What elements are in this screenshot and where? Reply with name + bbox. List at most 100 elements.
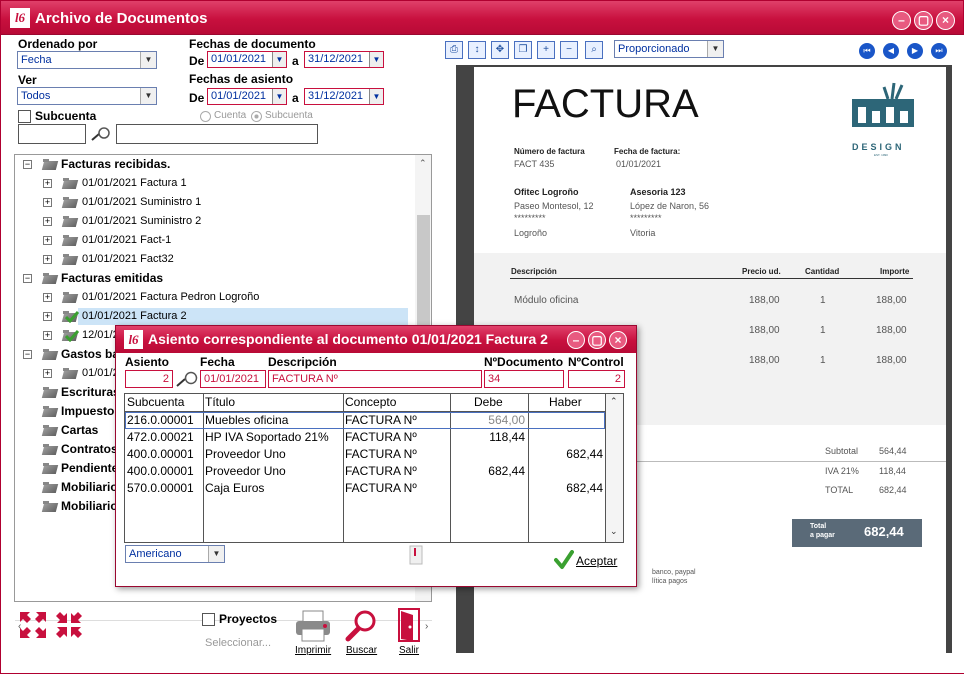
fit-height-icon[interactable]: ↕ <box>468 41 486 59</box>
grid-cell-con[interactable]: FACTURA Nº <box>345 480 417 497</box>
grid-cell-con[interactable]: FACTURA Nº <box>345 412 417 429</box>
check-icon[interactable] <box>554 550 574 570</box>
grid-cell-haber[interactable]: 682,44 <box>531 446 603 463</box>
grid-cell-tit[interactable]: Muebles oficina <box>205 412 288 429</box>
scroll-down-icon[interactable]: ⌄ <box>610 526 618 537</box>
ndocumento-input[interactable]: 34 <box>484 370 564 388</box>
format-select[interactable]: Americano ▼ <box>125 545 225 563</box>
descripcion-input[interactable]: FACTURA Nº <box>268 370 482 388</box>
grid-row[interactable]: 400.0.00001 Proveedor Uno FACTURA Nº 682,44 <box>125 463 605 480</box>
grid-cell-sub[interactable]: 400.0.00001 <box>127 463 194 480</box>
grid-cell-sub[interactable]: 400.0.00001 <box>127 446 194 463</box>
dialog-minimize-button[interactable]: – <box>567 331 585 349</box>
expand-icon[interactable]: + <box>43 369 52 378</box>
search-icon[interactable] <box>175 370 199 388</box>
expand-icon[interactable]: + <box>43 312 52 321</box>
tree-item[interactable]: − Facturas recibidas. <box>15 155 415 174</box>
collapse-icon[interactable]: − <box>23 160 32 169</box>
radio-subcuenta[interactable] <box>251 111 262 122</box>
grid-cell-con[interactable]: FACTURA Nº <box>345 429 417 446</box>
copy-icon[interactable]: ❐ <box>514 41 532 59</box>
collapse-icon[interactable]: − <box>23 274 32 283</box>
expand-icon[interactable]: + <box>43 198 52 207</box>
tree-item[interactable]: − Facturas emitidas <box>15 269 415 288</box>
grid-row[interactable]: 216.0.00001 Muebles oficina FACTURA Nº 564,… <box>125 412 605 429</box>
doc-from-date[interactable]: 01/01/2021 ▼ <box>207 51 287 68</box>
move-icon[interactable]: ✥ <box>491 41 509 59</box>
radio-cuenta[interactable] <box>200 111 211 122</box>
doc-to-date[interactable]: 31/12/2021 ▼ <box>304 51 384 68</box>
tree-item[interactable]: +01/01/2021 Fact-1 <box>15 231 415 250</box>
grid-cell-debe[interactable] <box>453 446 525 463</box>
zoom-out-icon[interactable]: − <box>560 41 578 59</box>
ordered-select[interactable]: Fecha ▼ <box>17 51 157 69</box>
dialog-close-button[interactable]: × <box>609 331 627 349</box>
last-page-icon[interactable]: ⏭ <box>931 43 947 59</box>
grid-row[interactable]: 472.0.00021 HP IVA Soportado 21% FACTURA N… <box>125 429 605 446</box>
expand-icon[interactable]: + <box>43 293 52 302</box>
ncontrol-input[interactable]: 2 <box>568 370 625 388</box>
grid-cell-haber[interactable] <box>531 463 603 480</box>
grid-row[interactable]: 400.0.00001 Proveedor Uno FACTURA Nº 682,44 <box>125 446 605 463</box>
maximize-button[interactable]: ▢ <box>914 11 933 30</box>
tree-item[interactable]: +01/01/2021 Suministro 1 <box>15 193 415 212</box>
expand-icon[interactable]: + <box>43 255 52 264</box>
print-icon[interactable]: ⎙ <box>445 41 463 59</box>
scroll-up-icon[interactable]: ⌃ <box>610 396 618 407</box>
tree-item[interactable]: +01/01/2021 Fact32 <box>15 250 415 269</box>
asiento-input[interactable]: 2 <box>125 370 173 388</box>
search-icon[interactable] <box>90 126 112 142</box>
subcuenta-name-input[interactable] <box>116 124 318 144</box>
zoom-area-icon[interactable]: ⌕ <box>585 41 603 59</box>
printer-icon[interactable] <box>294 609 332 643</box>
dialog-maximize-button[interactable]: ▢ <box>588 331 606 349</box>
proyectos-checkbox[interactable] <box>202 613 215 626</box>
tree-item[interactable]: +01/01/2021 Suministro 2 <box>15 212 415 231</box>
grid-cell-sub[interactable]: 570.0.00001 <box>127 480 194 497</box>
grid-cell-haber[interactable]: 682,44 <box>531 480 603 497</box>
grid-cell-haber[interactable] <box>531 429 603 446</box>
expand-icon[interactable]: + <box>43 331 52 340</box>
grid-cell-tit[interactable]: Proveedor Uno <box>205 446 286 463</box>
aceptar-button[interactable]: Aceptar <box>576 554 617 568</box>
asiento-from-date[interactable]: 01/01/2021 ▼ <box>207 88 287 105</box>
attachment-icon[interactable] <box>407 544 425 566</box>
grid-cell-tit[interactable]: Caja Euros <box>205 480 264 497</box>
subcuenta-checkbox[interactable] <box>18 110 31 123</box>
imprimir-button[interactable]: Imprimir <box>295 645 331 656</box>
first-page-icon[interactable]: ⏮ <box>859 43 875 59</box>
collapse-icon[interactable]: − <box>23 350 32 359</box>
collapse-all-icon[interactable] <box>18 610 48 640</box>
tree-item[interactable]: +01/01/2021 Factura Pedron Logroño <box>15 288 415 307</box>
expand-icon[interactable]: + <box>43 236 52 245</box>
grid-cell-debe[interactable]: 564,00 <box>453 412 525 429</box>
salir-button[interactable]: Salir <box>399 645 419 656</box>
grid-cell-tit[interactable]: HP IVA Soportado 21% <box>205 429 329 446</box>
expand-icon[interactable]: + <box>43 217 52 226</box>
expand-all-icon[interactable] <box>54 610 84 640</box>
tree-item[interactable]: +01/01/2021 Factura 2 <box>15 307 415 326</box>
grid-row[interactable]: 570.0.00001 Caja Euros FACTURA Nº 682,44 <box>125 480 605 497</box>
fecha-input[interactable]: 01/01/2021 <box>200 370 266 388</box>
grid-cell-sub[interactable]: 216.0.00001 <box>127 412 194 429</box>
zoom-mode-select[interactable]: Proporcionado ▼ <box>614 40 724 58</box>
tree-item[interactable]: +01/01/2021 Factura 1 <box>15 174 415 193</box>
asiento-grid[interactable]: Subcuenta Título Concepto Debe Haber 216… <box>124 393 624 543</box>
grid-cell-debe[interactable]: 118,44 <box>453 429 525 446</box>
ver-select[interactable]: Todos ▼ <box>17 87 157 105</box>
seleccionar-link[interactable]: Seleccionar... <box>205 637 271 649</box>
grid-cell-haber[interactable] <box>531 412 603 429</box>
grid-cell-sub[interactable]: 472.0.00021 <box>127 429 194 446</box>
asiento-to-date[interactable]: 31/12/2021 ▼ <box>304 88 384 105</box>
subcuenta-code-input[interactable] <box>18 124 86 144</box>
grid-cell-con[interactable]: FACTURA Nº <box>345 446 417 463</box>
grid-vertical-scrollbar[interactable]: ⌃ ⌄ <box>606 394 623 542</box>
scroll-right-icon[interactable]: › <box>425 621 428 632</box>
grid-cell-tit[interactable]: Proveedor Uno <box>205 463 286 480</box>
zoom-in-icon[interactable]: + <box>537 41 555 59</box>
close-button[interactable]: × <box>936 11 955 30</box>
grid-cell-con[interactable]: FACTURA Nº <box>345 463 417 480</box>
grid-cell-debe[interactable]: 682,44 <box>453 463 525 480</box>
next-page-icon[interactable]: ▶ <box>907 43 923 59</box>
search-icon[interactable] <box>344 609 378 643</box>
